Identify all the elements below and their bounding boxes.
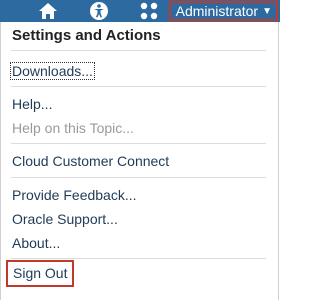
settings-actions-dropdown: Settings and Actions Downloads... Help..…	[0, 22, 279, 300]
divider	[11, 258, 266, 259]
menu-item-oracle-support[interactable]: Oracle Support...	[12, 211, 118, 227]
top-navigation-bar: Administrator ▼	[0, 0, 280, 22]
accessibility-icon[interactable]	[87, 2, 111, 20]
user-menu-button[interactable]: Administrator ▼	[168, 1, 278, 21]
menu-item-sign-out[interactable]: Sign Out	[6, 260, 75, 287]
user-menu-label: Administrator	[175, 3, 259, 19]
caret-down-icon: ▼	[262, 5, 272, 17]
home-icon[interactable]	[36, 2, 60, 20]
settings-menu-screen: Administrator ▼ Settings and Actions Dow…	[0, 0, 280, 300]
apps-grid-icon[interactable]	[137, 2, 161, 20]
menu-item-downloads[interactable]: Downloads...	[10, 62, 95, 80]
menu-heading: Settings and Actions	[12, 27, 161, 44]
menu-item-provide-feedback[interactable]: Provide Feedback...	[12, 187, 137, 203]
divider	[11, 143, 266, 144]
menu-item-about[interactable]: About...	[12, 235, 60, 251]
divider	[11, 50, 266, 51]
menu-item-help-on-topic: Help on this Topic...	[12, 120, 134, 136]
divider	[11, 86, 266, 87]
divider	[11, 177, 266, 178]
menu-item-cloud-customer-connect[interactable]: Cloud Customer Connect	[12, 153, 169, 169]
menu-item-help[interactable]: Help...	[12, 96, 52, 112]
